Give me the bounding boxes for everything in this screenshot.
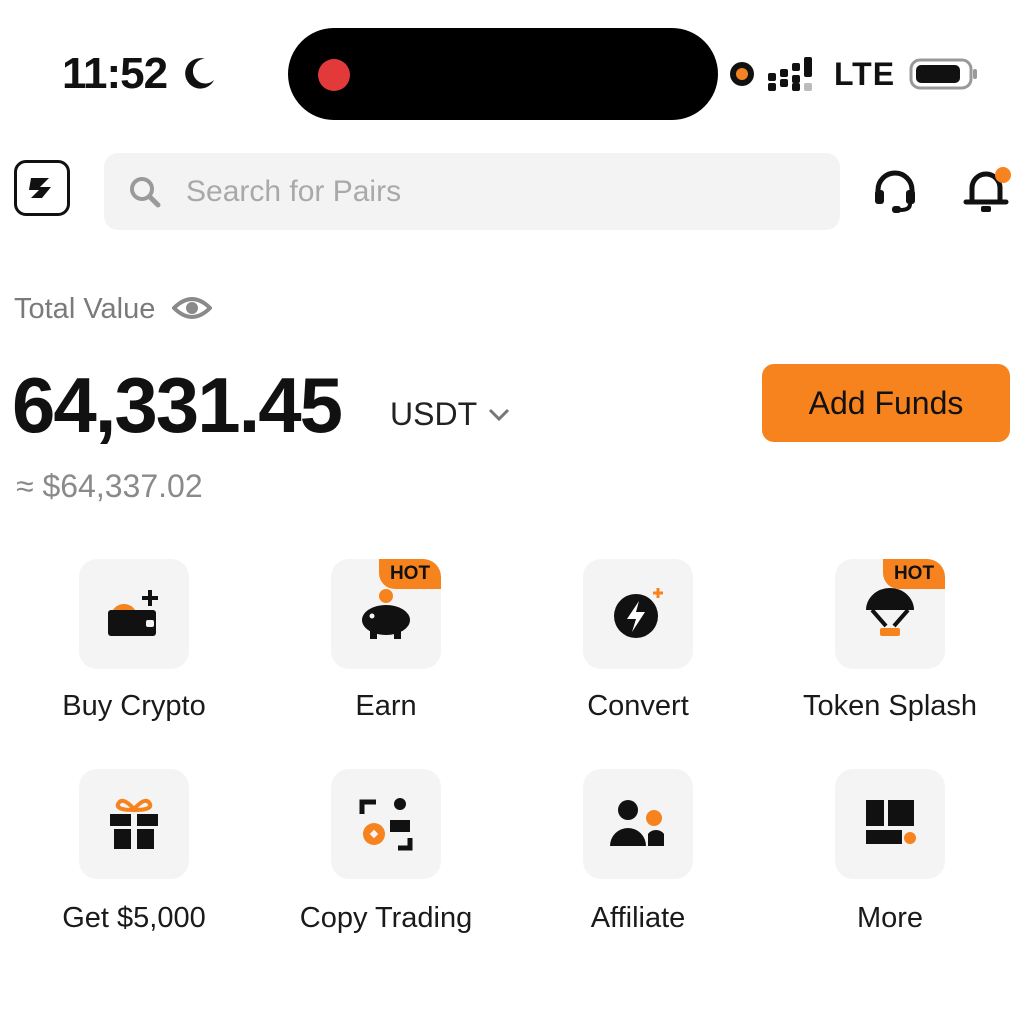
network-type: LTE (834, 55, 896, 92)
shortcut-label: Token Splash (802, 690, 978, 722)
headset-support-icon[interactable] (872, 168, 918, 214)
balance-usd-approx: ≈ $64,337.02 (16, 468, 203, 504)
shortcut-label: Get $5,000 (62, 902, 206, 934)
gift-icon (110, 798, 158, 849)
shortcut-get-5000[interactable] (79, 769, 189, 879)
shortcut-label: Convert (587, 690, 689, 722)
shortcut-earn[interactable]: HOT (331, 559, 441, 669)
bitget-logo-icon (29, 178, 51, 198)
search-icon (130, 176, 161, 207)
camera-in-use-indicator (730, 62, 754, 86)
status-time: 11:52 (62, 49, 168, 98)
shortcut-more[interactable] (835, 769, 945, 879)
search-placeholder: Search for Pairs (186, 174, 402, 208)
bell-notification-icon[interactable] (962, 164, 1014, 216)
shortcut-affiliate[interactable] (583, 769, 693, 879)
wallet-plus-icon (108, 590, 158, 636)
shortcut-copy-trading[interactable] (331, 769, 441, 879)
copy-trading-icon (359, 798, 413, 851)
piggy-bank-icon (362, 589, 410, 639)
battery-icon (909, 58, 978, 90)
logo-button[interactable] (14, 160, 70, 216)
affiliate-users-icon (610, 800, 664, 846)
chevron-down-icon[interactable] (486, 405, 512, 425)
signal-bars-icon (768, 57, 812, 91)
shortcut-label: Earn (355, 690, 417, 722)
lightning-convert-icon (614, 588, 663, 638)
more-grid-icon (866, 800, 916, 844)
shortcut-label: Buy Crypto (62, 690, 206, 722)
status-indicators: LTE (730, 48, 979, 100)
recording-dot (318, 59, 350, 91)
shortcut-convert[interactable] (583, 559, 693, 669)
shortcut-label: Copy Trading (299, 902, 473, 934)
eye-icon[interactable] (172, 290, 212, 326)
add-funds-button[interactable]: Add Funds (762, 364, 1010, 442)
shortcut-buy-crypto[interactable] (79, 559, 189, 669)
shortcut-label: Affiliate (590, 902, 686, 934)
dynamic-island (288, 28, 718, 120)
search-bar[interactable]: Search for Pairs (104, 153, 840, 230)
currency-selector[interactable]: USDT (390, 394, 477, 434)
parachute-icon (866, 588, 914, 636)
shortcut-token-splash[interactable]: HOT (835, 559, 945, 669)
moon-icon (185, 58, 215, 89)
shortcut-label: More (856, 902, 924, 934)
balance-amount: 64,331.45 (12, 361, 343, 449)
total-value-label: Total Value (14, 293, 156, 325)
